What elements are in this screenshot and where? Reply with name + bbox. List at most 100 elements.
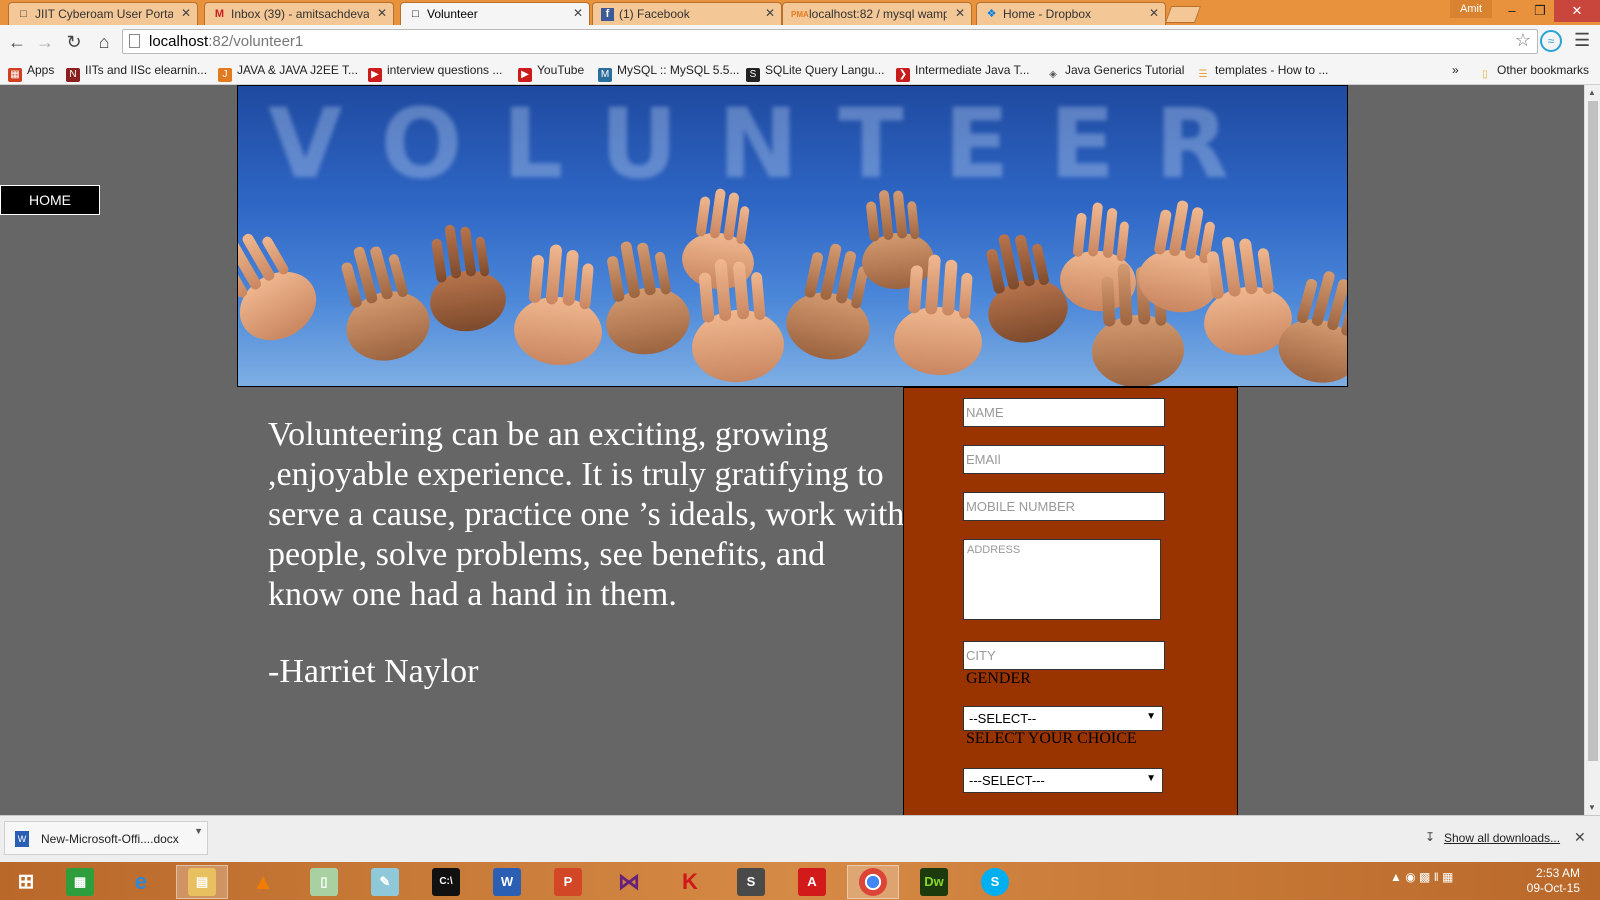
close-icon[interactable]: ✕ (765, 6, 775, 20)
chrome-icon[interactable] (847, 865, 899, 899)
back-icon[interactable]: ← (6, 31, 28, 53)
bookmark-star-icon[interactable]: ☆ (1515, 30, 1531, 51)
cmd-icon[interactable]: C:\ (420, 865, 472, 899)
city-field[interactable]: CITY (963, 641, 1165, 670)
profile-name[interactable]: Amit (1450, 0, 1492, 18)
download-file-name: New-Microsoft-Offi....docx (41, 832, 179, 846)
page-icon: □ (412, 8, 419, 20)
bookmark-nptel[interactable]: N IITs and IISc elearnin... (66, 63, 207, 82)
gender-select-value: --SELECT-- (969, 711, 1037, 726)
bookmark-apps[interactable]: ▦ Apps (8, 63, 54, 82)
sublime-icon[interactable]: S (725, 865, 777, 899)
dropdown-arrow-icon: ▼ (1146, 711, 1156, 722)
visual-studio-icon[interactable]: ⋈ (603, 865, 655, 899)
email-field[interactable]: EMAIl (963, 445, 1165, 474)
download-item[interactable]: W New-Microsoft-Offi....docx ▼ (4, 821, 208, 855)
address-field[interactable]: ADDRESS (963, 539, 1161, 620)
other-bookmarks[interactable]: ▯ Other bookmarks (1478, 63, 1589, 82)
powerpoint-icon[interactable]: P (542, 865, 594, 899)
clock[interactable]: 2:53 AM 09-Oct-15 (1520, 866, 1580, 896)
system-tray[interactable]: ▲ ◉ ▩ ‖ ▦ (1390, 870, 1453, 884)
notepad-icon[interactable]: ✎ (359, 865, 411, 899)
vertical-scrollbar[interactable]: ▲ ▼ (1584, 85, 1600, 815)
facebook-icon: f (601, 8, 614, 21)
dreamweaver-icon[interactable]: Dw (908, 865, 960, 899)
close-icon[interactable]: ✕ (1574, 829, 1586, 846)
bookmark-youtube[interactable]: ▶ YouTube (518, 63, 584, 82)
bookmark-java-generics[interactable]: ◈ Java Generics Tutorial (1046, 63, 1184, 82)
page-icon: □ (20, 8, 27, 20)
scroll-thumb[interactable] (1588, 101, 1598, 761)
bookmarks-overflow-icon[interactable]: » (1452, 63, 1459, 77)
new-tab-button[interactable] (1164, 6, 1202, 23)
bookmark-sqlite[interactable]: S SQLite Query Langu... (746, 63, 884, 82)
reload-icon[interactable]: ↻ (63, 31, 85, 53)
close-icon[interactable]: ✕ (955, 6, 965, 20)
dropbox-icon: ❖ (986, 8, 997, 20)
page-content: HOME VOLUNTEER Volunteering can be an ex… (0, 85, 1584, 815)
minimize-icon[interactable]: – (1498, 0, 1526, 22)
name-field[interactable]: NAME (963, 398, 1165, 427)
menu-icon[interactable]: ☰ (1574, 30, 1590, 51)
clock-date: 09-Oct-15 (1526, 881, 1580, 895)
chevron-down-icon[interactable]: ▼ (194, 826, 203, 836)
mysql-icon: M (598, 68, 612, 82)
restore-icon[interactable]: ❐ (1526, 0, 1554, 22)
folder-icon[interactable]: ▯ (298, 865, 350, 899)
internet-explorer-icon[interactable]: e (115, 865, 167, 899)
folder-icon: ▯ (1482, 69, 1488, 80)
home-nav-button[interactable]: HOME (0, 185, 100, 215)
close-icon[interactable]: ✕ (377, 6, 387, 20)
extension-icon[interactable]: ≈ (1540, 30, 1562, 52)
home-icon[interactable]: ⌂ (93, 31, 115, 53)
acrobat-icon[interactable]: A (786, 865, 838, 899)
skype-icon[interactable]: S (969, 865, 1021, 899)
youtube-icon: ▶ (368, 68, 382, 82)
tab-phpmyadmin[interactable]: PMA localhost:82 / mysql wamp ✕ (782, 2, 972, 25)
bookmark-templates[interactable]: ☰ templates - How to ... (1196, 63, 1329, 82)
file-explorer-icon[interactable]: ▤ (176, 865, 228, 899)
tab-volunteer[interactable]: □ Volunteer ✕ (400, 2, 590, 26)
volunteer-quote: Volunteering can be an exciting, growing… (268, 416, 905, 613)
bookmark-intermediate-java[interactable]: ❯ Intermediate Java T... (896, 63, 1030, 82)
java-icon: J (218, 68, 232, 82)
word-icon[interactable]: W (481, 865, 533, 899)
close-icon[interactable]: ✕ (181, 6, 191, 20)
address-bar[interactable]: localhost:82/volunteer1 ☆ (122, 29, 1538, 54)
gender-label: GENDER (966, 670, 1031, 687)
scroll-up-icon[interactable]: ▲ (1588, 88, 1596, 97)
download-shelf: W New-Microsoft-Offi....docx ▼ ↧ Show al… (0, 815, 1600, 862)
tab-dropbox[interactable]: ❖ Home - Dropbox ✕ (976, 2, 1166, 25)
tab-title: Inbox (39) - amitsachdeva (231, 7, 369, 21)
youtube-icon: ▶ (518, 68, 532, 82)
bookmark-java[interactable]: J JAVA & JAVA J2EE T... (218, 63, 358, 82)
windows-start-icon[interactable]: ⊞ (0, 865, 52, 899)
close-icon[interactable]: ✕ (573, 6, 583, 20)
choice-select[interactable]: ---SELECT--- ▼ (963, 768, 1163, 793)
vlc-icon[interactable]: ▲ (237, 865, 289, 899)
tab-title: JIIT Cyberoam User Portal (35, 7, 173, 21)
store-icon[interactable]: ▦ (54, 865, 106, 899)
gender-select[interactable]: --SELECT-- ▼ (963, 706, 1163, 731)
forward-icon[interactable]: → (34, 31, 56, 53)
tab-facebook[interactable]: f (1) Facebook ✕ (592, 2, 782, 25)
tab-strip: □ JIIT Cyberoam User Portal ✕ M Inbox (3… (0, 0, 1600, 26)
window-close-icon[interactable]: ✕ (1554, 0, 1600, 22)
tab-gmail[interactable]: M Inbox (39) - amitsachdeva ✕ (204, 2, 394, 25)
phpmyadmin-icon: PMA (791, 10, 809, 19)
volunteer-banner-image: VOLUNTEER (237, 85, 1348, 387)
bookmark-interview[interactable]: ▶ interview questions ... (368, 63, 502, 82)
clock-time: 2:53 AM (1535, 866, 1580, 880)
url-text: localhost:82/volunteer1 (149, 33, 304, 50)
mobile-number-field[interactable]: MOBILE NUMBER (963, 492, 1165, 521)
diamond-icon: ◈ (1049, 69, 1057, 80)
bookmark-mysql[interactable]: M MySQL :: MySQL 5.5... (598, 63, 739, 82)
quote-author: -Harriet Naylor (268, 653, 479, 690)
scroll-down-icon[interactable]: ▼ (1588, 803, 1596, 812)
close-icon[interactable]: ✕ (1149, 6, 1159, 20)
nptel-icon: N (66, 68, 80, 82)
download-arrow-icon: ↧ (1425, 830, 1436, 844)
kaspersky-icon[interactable]: K (664, 865, 716, 899)
tab-jiit-portal[interactable]: □ JIIT Cyberoam User Portal ✕ (8, 2, 198, 25)
show-all-downloads-link[interactable]: Show all downloads... (1444, 831, 1560, 845)
